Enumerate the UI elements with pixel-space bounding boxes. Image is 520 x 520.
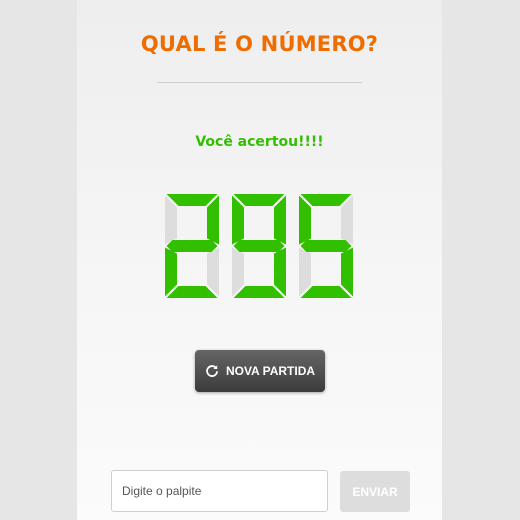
refresh-icon bbox=[205, 364, 219, 378]
segment-a bbox=[166, 194, 218, 206]
seven-segment-display bbox=[165, 193, 353, 299]
segment-d bbox=[300, 286, 352, 298]
segment-c bbox=[207, 247, 219, 297]
segment-d bbox=[166, 286, 218, 298]
segment-d bbox=[233, 286, 285, 298]
digit-1 bbox=[165, 194, 219, 298]
segment-f bbox=[232, 195, 244, 245]
guess-input[interactable] bbox=[111, 470, 328, 512]
segment-e bbox=[299, 247, 311, 297]
status-message: Você acertou!!!! bbox=[195, 134, 324, 150]
segment-a bbox=[233, 194, 285, 206]
segment-g bbox=[166, 240, 218, 252]
title-divider bbox=[157, 82, 362, 83]
digit-2 bbox=[232, 194, 286, 298]
new-game-button[interactable]: NOVA PARTIDA bbox=[195, 350, 325, 392]
segment-e bbox=[165, 247, 177, 297]
digit-3 bbox=[299, 194, 353, 298]
segment-c bbox=[341, 247, 353, 297]
segment-a bbox=[300, 194, 352, 206]
segment-c bbox=[274, 247, 286, 297]
game-card: QUAL É O NÚMERO? Você acertou!!!! NOVA P… bbox=[77, 0, 442, 520]
segment-g bbox=[300, 240, 352, 252]
new-game-label: NOVA PARTIDA bbox=[225, 364, 316, 378]
segment-f bbox=[299, 195, 311, 245]
segment-b bbox=[207, 195, 219, 245]
digit-display-svg bbox=[165, 194, 353, 298]
segment-g bbox=[233, 240, 285, 252]
segment-b bbox=[274, 195, 286, 245]
segment-b bbox=[341, 195, 353, 245]
page-title: QUAL É O NÚMERO? bbox=[140, 32, 379, 56]
segment-f bbox=[165, 195, 177, 245]
send-button[interactable]: ENVIAR bbox=[340, 471, 410, 512]
segment-e bbox=[232, 247, 244, 297]
